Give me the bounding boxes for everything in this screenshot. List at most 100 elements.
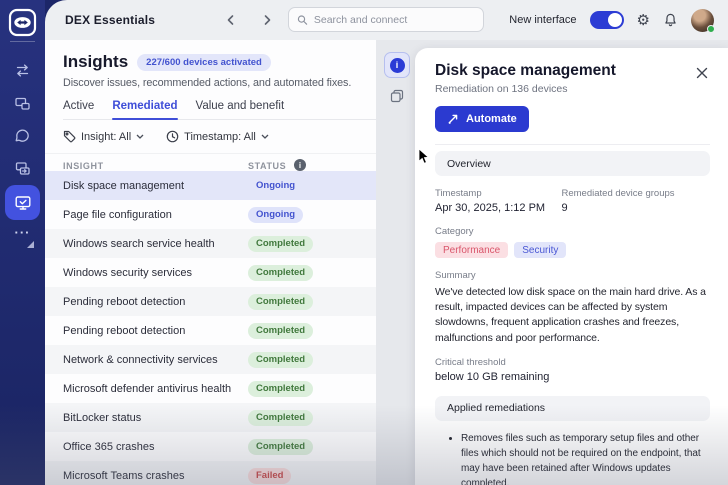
tab-value-and-benefit[interactable]: Value and benefit xyxy=(196,100,285,119)
online-status-dot xyxy=(707,25,715,33)
devices-activated-badge: 227/600 devices activated xyxy=(137,54,271,71)
forward-chevron-icon[interactable] xyxy=(262,14,273,26)
monitor-check-icon xyxy=(14,194,32,212)
page-subtitle: Discover issues, recommended actions, an… xyxy=(63,77,360,89)
detail-title: Disk space management xyxy=(435,62,684,80)
tab-active[interactable]: Active xyxy=(63,100,94,119)
critical-threshold-field: Critical threshold below 10 GB remaining xyxy=(435,357,710,383)
page-title: Insights xyxy=(63,52,128,72)
device-groups-value: 9 xyxy=(562,202,711,214)
info-tab-selected[interactable]: i xyxy=(384,52,410,78)
timestamp-label: Timestamp xyxy=(435,188,562,199)
status-badge: Ongoing xyxy=(248,207,303,223)
section-overview[interactable]: Overview xyxy=(435,151,710,176)
insight-name: Windows security services xyxy=(63,267,192,279)
column-header-insight: INSIGHT xyxy=(63,161,104,171)
status-badge: Completed xyxy=(248,323,313,339)
status-badge: Completed xyxy=(248,294,313,310)
detail-card: Disk space management Remediation on 136… xyxy=(415,48,728,485)
new-interface-toggle[interactable] xyxy=(590,11,624,29)
timestamp-filter[interactable]: Timestamp: All xyxy=(166,130,269,143)
summary-value: We've detected low disk space on the mai… xyxy=(435,285,710,346)
table-row[interactable]: Disk space managementOngoing xyxy=(45,171,376,200)
device-groups-field: Remediated device groups 9 xyxy=(562,188,711,214)
status-info-icon[interactable]: i xyxy=(294,159,306,171)
insight-name: Pending reboot detection xyxy=(63,296,185,308)
column-header-status: STATUS xyxy=(248,161,286,171)
critical-threshold-label: Critical threshold xyxy=(435,357,710,368)
status-badge: Completed xyxy=(248,410,313,426)
category-badge-security: Security xyxy=(514,242,566,258)
main-surface: DEX Essentials New interface ⚙ Insights … xyxy=(45,0,728,485)
search-icon xyxy=(297,14,308,26)
table-row[interactable]: Microsoft defender antivirus healthCompl… xyxy=(45,374,376,403)
sidebar-item-screens-icon[interactable] xyxy=(0,153,45,183)
app-sidebar: ··· xyxy=(0,0,45,485)
insight-name: Pending reboot detection xyxy=(63,325,185,337)
table-row[interactable]: Network & connectivity services Completed xyxy=(45,345,376,374)
automate-button[interactable]: Automate xyxy=(435,106,529,132)
insight-filter[interactable]: Insight: All xyxy=(63,130,144,143)
bell-icon[interactable] xyxy=(663,12,678,28)
sidebar-item-insights-active[interactable] xyxy=(5,185,40,220)
copy-windows-icon[interactable] xyxy=(389,88,405,104)
chevron-down-icon xyxy=(136,134,144,139)
table-row[interactable]: Page file configuration Ongoing xyxy=(45,200,376,229)
tag-icon xyxy=(63,130,76,143)
top-header: DEX Essentials New interface ⚙ xyxy=(45,0,728,40)
search-input[interactable] xyxy=(314,14,475,26)
search-box[interactable] xyxy=(288,7,484,32)
insight-name: Microsoft Teams crashes xyxy=(63,470,184,482)
section-applied-remediations[interactable]: Applied remediations xyxy=(435,396,710,421)
table-row[interactable]: Office 365 crashes Completed xyxy=(45,432,376,461)
status-badge: Completed xyxy=(248,265,313,281)
timestamp-field: Timestamp Apr 30, 2025, 1:12 PM xyxy=(435,188,562,214)
avatar[interactable] xyxy=(691,9,714,32)
detail-subtitle: Remediation on 136 devices xyxy=(435,83,684,95)
new-interface-label: New interface xyxy=(509,14,576,26)
status-badge: Ongoing xyxy=(248,178,303,194)
filter-bar: Insight: All Timestamp: All xyxy=(45,120,376,153)
gear-icon[interactable]: ⚙ xyxy=(637,13,650,28)
status-badge: Completed xyxy=(248,236,313,252)
back-chevron-icon[interactable] xyxy=(225,14,236,26)
table-row[interactable]: Pending reboot detection Completed xyxy=(45,316,376,345)
category-badge-performance: Performance xyxy=(435,242,508,258)
detail-zone: i Disk space management Remediation on 1… xyxy=(376,40,728,485)
remediation-item: Removes files such as temporary setup fi… xyxy=(461,431,710,485)
close-icon[interactable] xyxy=(694,65,710,81)
sidebar-item-remote-devices-icon[interactable] xyxy=(0,88,45,118)
divider xyxy=(435,144,710,145)
sidebar-more-icon[interactable]: ··· xyxy=(0,225,45,240)
clock-icon xyxy=(166,130,179,143)
table-row[interactable]: Microsoft Teams crashes Failed xyxy=(45,461,376,485)
insight-name: Office 365 crashes xyxy=(63,441,155,453)
app-logo-icon[interactable] xyxy=(8,8,37,37)
status-badge: Failed xyxy=(248,468,291,484)
status-badge: Completed xyxy=(248,352,313,368)
insights-panel: Insights 227/600 devices activated Disco… xyxy=(45,40,376,485)
table-row[interactable]: Windows security services Completed xyxy=(45,258,376,287)
timestamp-value: Apr 30, 2025, 1:12 PM xyxy=(435,202,562,214)
sidebar-item-transfer-icon[interactable] xyxy=(0,55,45,85)
status-badge: Completed xyxy=(248,381,313,397)
category-field: Category Performance Security xyxy=(435,226,710,258)
insight-table: Disk space managementOngoing Page file c… xyxy=(45,171,376,485)
critical-threshold-value: below 10 GB remaining xyxy=(435,371,710,383)
category-label: Category xyxy=(435,226,710,237)
insight-name: Page file configuration xyxy=(63,209,172,221)
insight-name: Network & connectivity services xyxy=(63,354,218,366)
table-row[interactable]: Windows search service health Completed xyxy=(45,229,376,258)
toggle-knob xyxy=(608,13,622,27)
app-title: DEX Essentials xyxy=(65,13,155,27)
tab-remediated[interactable]: Remediated xyxy=(112,100,177,119)
remediations-list: Removes files such as temporary setup fi… xyxy=(461,431,710,485)
table-row[interactable]: BitLocker statusCompleted xyxy=(45,403,376,432)
table-row[interactable]: Pending reboot detection Completed xyxy=(45,287,376,316)
status-badge: Completed xyxy=(248,439,313,455)
automate-icon xyxy=(447,113,459,125)
sidebar-item-chat-icon[interactable] xyxy=(0,121,45,151)
insight-name: Windows search service health xyxy=(63,238,215,250)
tab-bar: Active Remediated Value and benefit xyxy=(63,100,376,120)
sidebar-resize-corner-icon[interactable] xyxy=(26,240,35,249)
